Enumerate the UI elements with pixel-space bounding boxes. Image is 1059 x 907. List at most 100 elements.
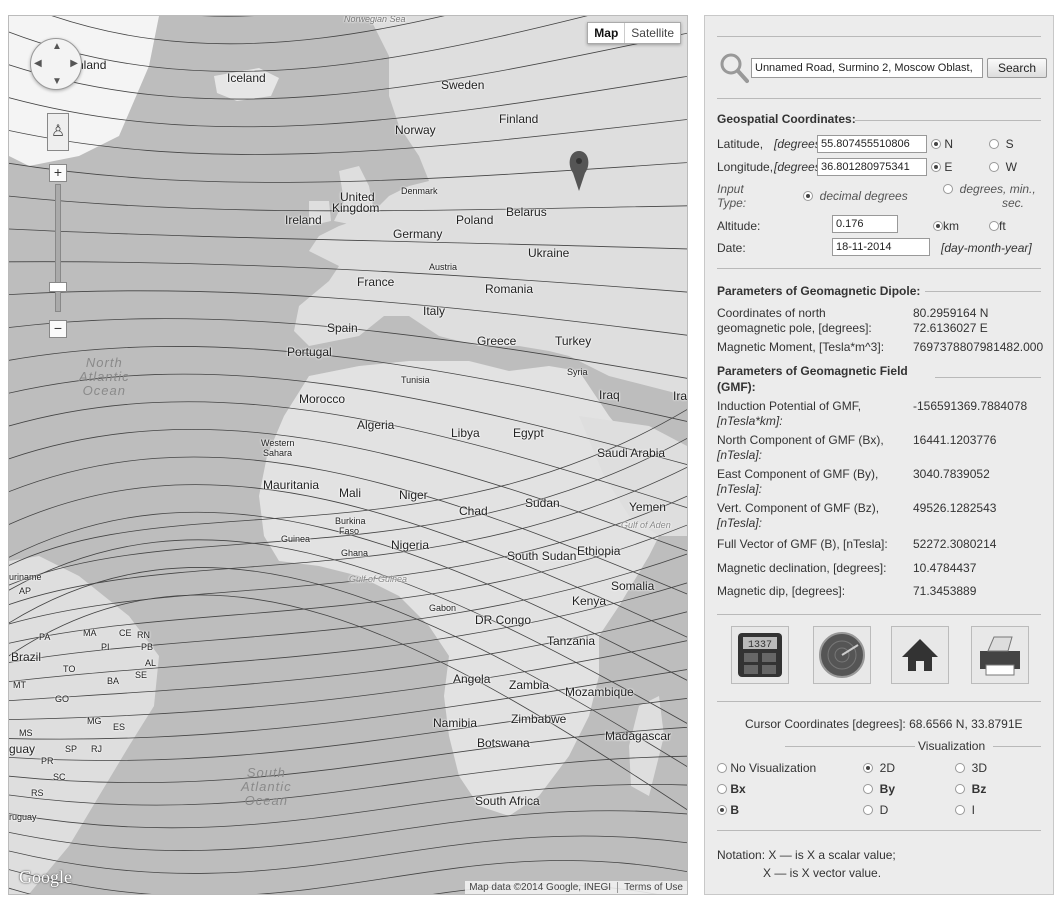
map-label-pi: PI: [101, 642, 110, 652]
gmf-heading-2: (GMF):: [717, 380, 756, 394]
lon-w-radio-group[interactable]: W: [989, 160, 1017, 174]
map-type-satellite-button[interactable]: Satellite: [625, 23, 680, 43]
viz-radio-2d[interactable]: [863, 763, 873, 773]
viz-option-d[interactable]: D: [863, 803, 888, 817]
date-format-hint: [day-month-year]: [941, 241, 1032, 255]
declination-label: Magnetic declination, [degrees]:: [717, 561, 887, 575]
pan-up-icon[interactable]: ▲: [52, 41, 62, 52]
radar-button[interactable]: [813, 626, 871, 684]
viz-option-3d[interactable]: 3D: [955, 761, 987, 775]
pole-label-1: Coordinates of north: [717, 306, 826, 320]
map-label-mt: MT: [13, 680, 26, 690]
print-button[interactable]: [971, 626, 1029, 684]
calculator-button[interactable]: 1337: [731, 626, 789, 684]
longitude-label: Longitude,: [717, 160, 774, 174]
map-label-uruguay: ruguay: [9, 812, 37, 822]
map-label-syria: Syria: [567, 367, 588, 377]
lat-n-radio-group[interactable]: N: [931, 137, 953, 151]
viz-radio-d[interactable]: [863, 805, 873, 815]
zoom-out-button[interactable]: −: [49, 320, 67, 338]
map-label-mauritania: Mauritania: [263, 478, 320, 492]
map-label-tanzania: Tanzania: [547, 634, 596, 648]
map-label-ms: MS: [19, 728, 33, 738]
terms-of-use-link[interactable]: Terms of Use: [617, 882, 683, 893]
dms-radio[interactable]: [943, 184, 953, 194]
viz-option-b[interactable]: B: [717, 803, 739, 817]
viz-radio-i[interactable]: [955, 805, 965, 815]
cursor-coordinates-label: Cursor Coordinates [degrees]:: [745, 717, 906, 731]
map-type-map-button[interactable]: Map: [588, 23, 626, 43]
search-input[interactable]: [751, 58, 983, 78]
viz-radio-b[interactable]: [717, 805, 727, 815]
pole-lon-value: 72.6136027 E: [913, 321, 988, 335]
viz-option-bx[interactable]: Bx: [717, 782, 746, 796]
decimal-degrees-option[interactable]: decimal degrees: [803, 189, 908, 203]
map-label-kenya: Kenya: [572, 594, 607, 608]
map-label-burkina-1: Burkina: [335, 516, 366, 526]
map-label-al: AL: [145, 658, 157, 668]
map-label-portugal: Portugal: [287, 345, 332, 359]
km-radio-group[interactable]: km: [933, 219, 959, 233]
lat-n-radio[interactable]: [931, 139, 941, 149]
pan-left-icon[interactable]: ◀: [34, 58, 42, 69]
lon-w-radio[interactable]: [989, 162, 999, 172]
viz-option-by[interactable]: By: [863, 782, 895, 796]
lon-e-radio[interactable]: [931, 162, 941, 172]
map-label-south-sudan: South Sudan: [507, 549, 577, 563]
search-icon[interactable]: [719, 52, 749, 84]
google-logo: Google: [19, 867, 72, 887]
lon-e-radio-group[interactable]: E: [931, 160, 952, 174]
lon-e-label: E: [944, 160, 953, 174]
map-label-turkey: Turkey: [555, 334, 592, 348]
decimal-degrees-radio[interactable]: [803, 191, 813, 201]
street-view-pegman-icon[interactable]: ♙: [47, 113, 69, 151]
radar-icon: [819, 632, 865, 678]
lat-s-label: S: [1005, 137, 1014, 151]
north-label-1: North Component of GMF (Bx),: [717, 433, 884, 447]
ocean-label-north-atlantic: North Atlantic Ocean: [79, 355, 130, 398]
home-button[interactable]: [891, 626, 949, 684]
ft-radio-group[interactable]: ft: [989, 219, 1006, 233]
lat-s-radio[interactable]: [989, 139, 999, 149]
lat-s-radio-group[interactable]: S: [989, 137, 1014, 151]
viz-radio-bz[interactable]: [955, 784, 965, 794]
latitude-input[interactable]: [817, 135, 927, 153]
viz-option-bz[interactable]: Bz: [955, 782, 986, 796]
viz-radio-3d[interactable]: [955, 763, 965, 773]
pan-down-icon[interactable]: ▼: [52, 76, 62, 87]
latitude-label: Latitude,: [717, 137, 764, 151]
viz-option-i[interactable]: I: [955, 803, 975, 817]
pole-label-2: geomagnetic pole, [degrees]:: [717, 321, 872, 335]
altitude-input[interactable]: [832, 215, 898, 233]
zoom-slider-track[interactable]: [55, 184, 61, 312]
map-label-ma: MA: [83, 628, 97, 638]
map-label-go: GO: [55, 694, 70, 704]
map-label-greece: Greece: [477, 334, 517, 348]
km-radio[interactable]: [933, 221, 943, 231]
viz-option-2d[interactable]: 2D: [863, 761, 895, 775]
map-canvas[interactable]: Norwegian Sea nland Iceland Sweden Finla…: [8, 15, 688, 895]
zoom-in-button[interactable]: +: [49, 164, 67, 182]
viz-radio-bx[interactable]: [717, 784, 727, 794]
pan-right-icon[interactable]: ▶: [70, 58, 78, 69]
map-label-denmark: Denmark: [401, 186, 438, 196]
map-label-ap: AP: [19, 586, 32, 596]
search-button[interactable]: Search: [987, 58, 1047, 78]
pan-control[interactable]: ▲ ▼ ◀ ▶: [30, 38, 82, 90]
zoom-slider-handle[interactable]: [49, 282, 67, 292]
map-label-finland: Finland: [499, 112, 539, 126]
dms-option[interactable]: degrees, min.,: [943, 182, 1036, 196]
viz-radio-none[interactable]: [717, 763, 727, 773]
map-label-mali: Mali: [339, 486, 362, 500]
viz-option-none[interactable]: No Visualization: [717, 761, 816, 775]
full-vector-value: 52272.3080214: [913, 537, 997, 551]
map-label-south-africa: South Africa: [475, 794, 540, 808]
viz-radio-by[interactable]: [863, 784, 873, 794]
cursor-coordinates: Cursor Coordinates [degrees]: 68.6566 N,…: [745, 717, 1023, 731]
ft-radio[interactable]: [989, 221, 999, 231]
longitude-input[interactable]: [817, 158, 927, 176]
ft-label: ft: [999, 219, 1006, 233]
printer-icon: [980, 636, 1020, 676]
date-input[interactable]: [832, 238, 930, 256]
potential-label-2: [nTesla*km]:: [717, 414, 783, 428]
